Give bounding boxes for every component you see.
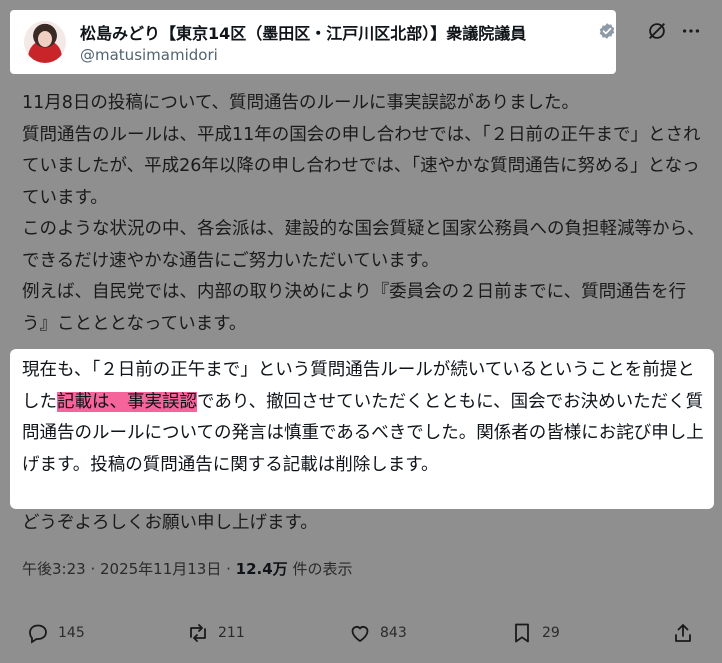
avatar[interactable] <box>24 21 66 63</box>
repost-count: 211 <box>218 625 245 641</box>
author-display-name[interactable]: 松島みどり【東京14区（墨田区・江戸川区北部）】衆議院議員 <box>80 20 526 44</box>
share-icon <box>675 624 691 642</box>
repost-icon <box>190 624 206 642</box>
repost-button[interactable]: 211 <box>186 618 245 648</box>
reply-icon <box>29 624 47 644</box>
like-button[interactable]: 843 <box>348 618 407 648</box>
grok-icon[interactable] <box>646 20 668 42</box>
reply-count: 145 <box>58 625 85 641</box>
action-bar: 145 211 843 29 <box>0 618 722 648</box>
bookmark-icon <box>515 623 529 643</box>
post-text-paragraph1: 11月8日の投稿について、質問通告のルールに事実誤認がありました。 質問通告のル… <box>22 93 705 334</box>
post-text-closing: どうぞよろしくお願い申し上げます。 <box>22 513 318 533</box>
highlighted-phrase: 記載は、事実誤認 <box>57 391 197 412</box>
author-header: 松島みどり【東京14区（墨田区・江戸川区北部）】衆議院議員 @matusimam… <box>10 10 616 74</box>
heart-icon <box>351 626 369 642</box>
reply-button[interactable]: 145 <box>26 618 85 648</box>
share-button[interactable] <box>671 618 695 648</box>
verified-badge-icon <box>599 23 615 39</box>
more-options-icon[interactable] <box>680 20 702 42</box>
post-meta: 午後3:23 · 2025年11月13日 · 12.4万 件の表示 <box>22 558 352 579</box>
views-count: 12.4万 <box>235 560 288 578</box>
views-label: 件の表示 <box>287 560 353 578</box>
post-timestamp[interactable]: 午後3:23 · 2025年11月13日 · <box>22 560 236 578</box>
like-count: 843 <box>380 625 407 641</box>
author-handle[interactable]: @matusimamidori <box>80 46 218 64</box>
bookmark-button[interactable]: 29 <box>510 618 560 648</box>
post-text-paragraph2: 現在も、「２日前の正午まで」という質問通告ルールが続いているということを前提とし… <box>22 355 712 481</box>
tweet-screenshot: 松島みどり【東京14区（墨田区・江戸川区北部）】衆議院議員 @matusimam… <box>0 0 722 663</box>
bookmark-count: 29 <box>542 625 560 641</box>
